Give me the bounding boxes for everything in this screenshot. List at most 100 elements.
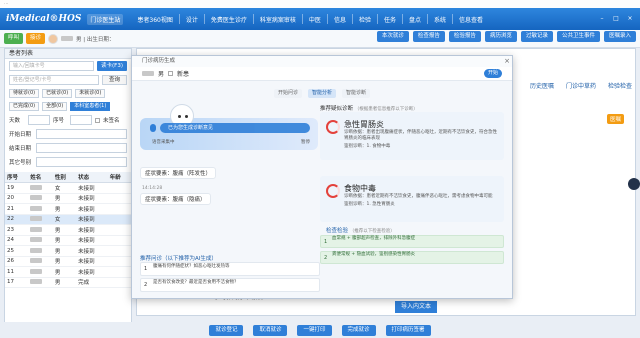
nav-item-8[interactable]: 任务 <box>378 15 402 24</box>
table-row[interactable]: 25 男未接到 <box>5 245 131 257</box>
order-entry-button[interactable]: 医嘱录入 <box>603 31 636 42</box>
record-browse-button[interactable]: 病历浏览 <box>484 31 517 42</box>
advice-text: 血常规 + 腹部超声检查，排除外科急腹症 <box>332 236 416 241</box>
print-all-button[interactable]: 一键打印 <box>297 324 332 336</box>
diagnosis-card[interactable]: 食物中毒 诊断依据：患者近期有不洁饮食史，腹痛伴恶心呕吐，需考虑食物中毒可能 鉴… <box>320 176 504 222</box>
diagnosis-differential: 鉴别诊断：1. 食物中毒 <box>344 144 391 149</box>
col-name: 姓名 <box>28 172 53 183</box>
nav-item-3[interactable]: 免费医生诊疗 <box>205 15 253 24</box>
symptom-item: 症状要素：腹痛（隐痛） <box>140 193 211 205</box>
filter-all[interactable]: 全部(0) <box>42 102 68 111</box>
table-row[interactable]: 19 女未接到 <box>5 182 131 194</box>
table-row[interactable]: 23 男未接到 <box>5 224 131 236</box>
cell-name <box>28 203 53 215</box>
days-input[interactable] <box>28 115 50 125</box>
seq-input[interactable] <box>70 115 92 125</box>
voice-pause[interactable]: 暂停 <box>301 139 310 145</box>
table-row[interactable]: 26 男未接到 <box>5 256 131 267</box>
nav-item-9[interactable]: 盘点 <box>403 15 427 24</box>
table-row[interactable]: 20 男未接到 <box>5 193 131 204</box>
filter-visited[interactable]: 已就诊(0) <box>42 89 73 98</box>
cell-sex: 男 <box>52 235 77 246</box>
nav-item-7[interactable]: 检验 <box>353 15 377 24</box>
cell-age <box>107 182 131 194</box>
table-row[interactable]: 21 男未接到 <box>5 203 131 215</box>
tab-lab-exam[interactable]: 检验检查 <box>608 81 632 90</box>
col-sex: 性别 <box>52 172 77 183</box>
minimize-icon[interactable]: – <box>596 14 608 24</box>
read-card-button[interactable]: 读卡(F3) <box>97 61 127 71</box>
table-row[interactable]: 11 男未接到 <box>5 266 131 278</box>
diagnosis-card[interactable]: 急性胃肠炎 诊断依据：患者出现腹痛症状，伴随恶心呕吐，近期有不洁饮食史，符合急性… <box>320 112 504 160</box>
print-sign-button[interactable]: 打印病历签署 <box>385 324 431 336</box>
card-number-input[interactable]: 输入/回填卡号 <box>9 61 95 71</box>
order-badge[interactable]: 医嘱 <box>606 114 624 124</box>
advice-number: 2 <box>324 255 328 261</box>
question-text: 是否有饮食改变？最近是否食用不洁食物？ <box>153 280 239 285</box>
start-date-input[interactable] <box>36 129 127 139</box>
nav-item-1[interactable]: 患者360视图 <box>131 15 178 24</box>
public-health-button[interactable]: 公共卫生事件 <box>556 31 600 42</box>
filter-waiting[interactable]: 待就诊(0) <box>9 89 40 98</box>
maximize-icon[interactable]: □ <box>610 14 622 24</box>
finish-visit-button[interactable]: 完成就诊 <box>341 324 376 336</box>
assistant-float-icon[interactable] <box>628 178 640 190</box>
nav-item-10[interactable]: 系统 <box>428 15 452 24</box>
severity-ring-icon <box>326 120 340 134</box>
microphone-icon[interactable] <box>150 124 156 132</box>
app-module-tag: 门诊医生站 <box>87 13 124 25</box>
filter-not-visited[interactable]: 未就诊(0) <box>75 89 106 98</box>
symptom-time: 14:14:28 <box>142 186 163 191</box>
unsigned-checkbox[interactable] <box>95 117 100 123</box>
tab-history-orders[interactable]: 历史医嘱 <box>530 81 554 90</box>
cell-name <box>28 214 53 225</box>
lab-report-button[interactable]: 检验报告 <box>448 31 481 42</box>
nav-item-2[interactable]: 设计 <box>180 15 204 24</box>
advice-item[interactable]: 1 血常规 + 腹部超声检查，排除外科急腹症 <box>320 235 504 248</box>
tab-start-consult[interactable]: 开始问诊 <box>273 89 302 98</box>
start-button[interactable]: 开始 <box>483 69 502 78</box>
robot-eye <box>178 115 181 118</box>
cancel-visit-button[interactable]: 取消就诊 <box>253 324 288 336</box>
nav-item-4[interactable]: 科室病案审核 <box>254 15 302 24</box>
exam-report-button[interactable]: 检查报告 <box>412 31 445 42</box>
cell-age <box>107 266 131 278</box>
end-date-input[interactable] <box>36 143 127 153</box>
question-item[interactable]: 1 腹痛有何伴随症状？如恶心呕吐发热等 <box>140 262 320 276</box>
close-icon[interactable]: × <box>624 14 636 24</box>
advice-subtitle: （推荐以下检查检验） <box>349 229 395 234</box>
close-icon[interactable]: × <box>502 56 512 67</box>
filter-completed[interactable]: 已完成(0) <box>9 102 40 111</box>
tab-smart-diagnosis[interactable]: 智能诊断 <box>342 89 371 98</box>
other-number-select[interactable] <box>36 157 127 167</box>
nav-item-5[interactable]: 中医 <box>303 15 327 24</box>
filter-department[interactable]: 本科室患者(1) <box>70 102 111 111</box>
table-row[interactable]: 22 女未接到 <box>5 214 131 225</box>
new-patient-checkbox[interactable] <box>168 71 174 76</box>
advice-item[interactable]: 2 粪便常规 + 隐血试验，鉴别感染性胃肠炎 <box>320 251 504 264</box>
import-text-button[interactable]: 导入内文本 <box>395 301 438 313</box>
cell-status: 未接到 <box>76 245 108 257</box>
call-button[interactable]: 呼叫 <box>4 33 24 44</box>
bottom-action-bar: 就诊登记 取消就诊 一键打印 完成就诊 打印病历签署 <box>0 322 640 338</box>
search-button[interactable]: 查询 <box>101 75 127 85</box>
table-row[interactable]: 17 男完成 <box>5 277 131 288</box>
days-label: 天数 <box>9 118 21 124</box>
nav-item-6[interactable]: 信息 <box>328 15 352 24</box>
nav-item-11[interactable]: 信息查看 <box>453 15 489 24</box>
tab-herbal[interactable]: 门诊中草药 <box>566 81 596 90</box>
cell-age <box>107 235 131 246</box>
table-row[interactable]: 24 男未接到 <box>5 235 131 246</box>
allergy-button[interactable]: 过敏记录 <box>520 31 553 42</box>
receive-button[interactable]: 接诊 <box>26 33 46 44</box>
cell-status: 未接到 <box>76 182 108 194</box>
name-redacted <box>30 226 43 232</box>
question-item[interactable]: 2 是否有饮食改变？最近是否食用不洁食物？ <box>140 278 320 292</box>
cell-status: 未接到 <box>76 193 108 204</box>
name-redacted <box>30 216 43 222</box>
name-redacted <box>30 268 43 274</box>
name-search-input[interactable]: 姓名/登记号/卡号 <box>9 75 99 85</box>
current-visit-button[interactable]: 本次就诊 <box>376 31 409 42</box>
tab-smart-analysis[interactable]: 智能分析 <box>307 89 336 98</box>
visit-register-button[interactable]: 就诊登记 <box>209 324 244 336</box>
